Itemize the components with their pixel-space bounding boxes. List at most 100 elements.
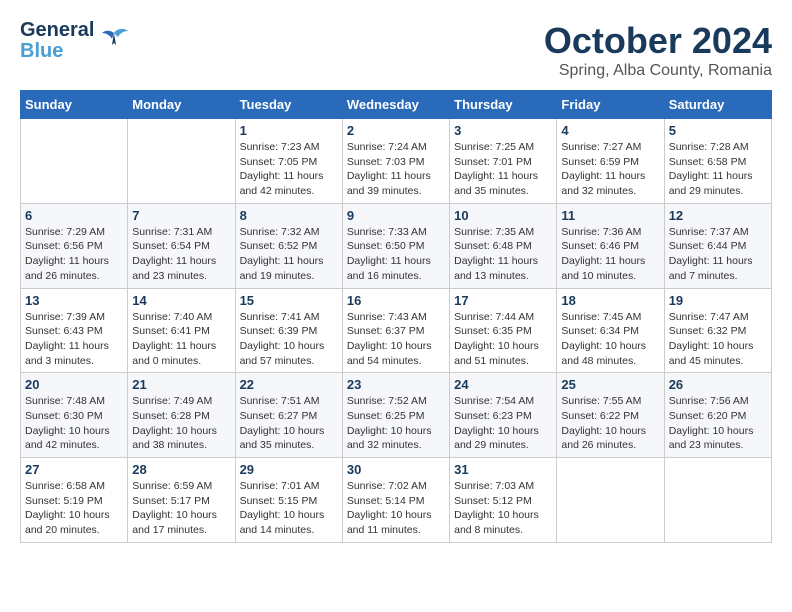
day-info: Sunrise: 7:02 AM Sunset: 5:14 PM Dayligh… [347, 479, 445, 538]
calendar-cell: 12 Sunrise: 7:37 AM Sunset: 6:44 PM Dayli… [664, 203, 771, 288]
day-number: 15 [240, 293, 338, 308]
calendar-cell: 31 Sunrise: 7:03 AM Sunset: 5:12 PM Dayli… [450, 458, 557, 543]
day-number: 22 [240, 377, 338, 392]
calendar-cell: 17 Sunrise: 7:44 AM Sunset: 6:35 PM Dayli… [450, 288, 557, 373]
day-info: Sunrise: 7:33 AM Sunset: 6:50 PM Dayligh… [347, 225, 445, 284]
weekday-header-friday: Friday [557, 91, 664, 119]
calendar-cell: 22 Sunrise: 7:51 AM Sunset: 6:27 PM Dayli… [235, 373, 342, 458]
calendar-week-1: 1 Sunrise: 7:23 AM Sunset: 7:05 PM Daylig… [21, 119, 772, 204]
calendar-cell: 21 Sunrise: 7:49 AM Sunset: 6:28 PM Dayli… [128, 373, 235, 458]
calendar-cell: 7 Sunrise: 7:31 AM Sunset: 6:54 PM Daylig… [128, 203, 235, 288]
calendar-cell: 23Sunrise: 7:52 AM Sunset: 6:25 PM Dayli… [342, 373, 449, 458]
day-info: Sunrise: 7:32 AM Sunset: 6:52 PM Dayligh… [240, 225, 338, 284]
day-number: 8 [240, 208, 338, 223]
day-info: Sunrise: 7:56 AM Sunset: 6:20 PM Dayligh… [669, 394, 767, 453]
page-header: General Blue October 2024 Spring, Alba C… [20, 20, 772, 80]
calendar-week-4: 20Sunrise: 7:48 AM Sunset: 6:30 PM Dayli… [21, 373, 772, 458]
weekday-header-saturday: Saturday [664, 91, 771, 119]
day-info: Sunrise: 7:47 AM Sunset: 6:32 PM Dayligh… [669, 310, 767, 369]
location: Spring, Alba County, Romania [544, 62, 772, 80]
day-info: Sunrise: 7:23 AM Sunset: 7:05 PM Dayligh… [240, 140, 338, 199]
calendar-cell: 30 Sunrise: 7:02 AM Sunset: 5:14 PM Dayli… [342, 458, 449, 543]
calendar-cell: 6 Sunrise: 7:29 AM Sunset: 6:56 PM Daylig… [21, 203, 128, 288]
day-number: 24 [454, 377, 552, 392]
day-number: 25 [561, 377, 659, 392]
day-info: Sunrise: 7:27 AM Sunset: 6:59 PM Dayligh… [561, 140, 659, 199]
calendar-cell: 26 Sunrise: 7:56 AM Sunset: 6:20 PM Dayli… [664, 373, 771, 458]
day-info: Sunrise: 7:39 AM Sunset: 6:43 PM Dayligh… [25, 310, 123, 369]
day-number: 3 [454, 123, 552, 138]
day-info: Sunrise: 7:52 AM Sunset: 6:25 PM Dayligh… [347, 394, 445, 453]
calendar-cell: 25 Sunrise: 7:55 AM Sunset: 6:22 PM Dayli… [557, 373, 664, 458]
weekday-header-row: SundayMondayTuesdayWednesdayThursdayFrid… [21, 91, 772, 119]
logo-line2: Blue [20, 41, 94, 61]
day-number: 4 [561, 123, 659, 138]
day-number: 21 [132, 377, 230, 392]
day-info: Sunrise: 7:55 AM Sunset: 6:22 PM Dayligh… [561, 394, 659, 453]
day-info: Sunrise: 7:45 AM Sunset: 6:34 PM Dayligh… [561, 310, 659, 369]
day-info: Sunrise: 7:28 AM Sunset: 6:58 PM Dayligh… [669, 140, 767, 199]
day-info: Sunrise: 7:03 AM Sunset: 5:12 PM Dayligh… [454, 479, 552, 538]
weekday-header-monday: Monday [128, 91, 235, 119]
calendar-cell: 3 Sunrise: 7:25 AM Sunset: 7:01 PM Daylig… [450, 119, 557, 204]
day-info: Sunrise: 7:29 AM Sunset: 6:56 PM Dayligh… [25, 225, 123, 284]
title-area: October 2024 Spring, Alba County, Romani… [544, 20, 772, 80]
day-number: 20 [25, 377, 123, 392]
day-number: 28 [132, 462, 230, 477]
calendar-week-3: 13 Sunrise: 7:39 AM Sunset: 6:43 PM Dayli… [21, 288, 772, 373]
calendar-cell [21, 119, 128, 204]
calendar-cell: 27 Sunrise: 6:58 AM Sunset: 5:19 PM Dayli… [21, 458, 128, 543]
calendar-week-2: 6 Sunrise: 7:29 AM Sunset: 6:56 PM Daylig… [21, 203, 772, 288]
logo-bird-icon [98, 25, 130, 58]
calendar-cell: 1 Sunrise: 7:23 AM Sunset: 7:05 PM Daylig… [235, 119, 342, 204]
day-number: 14 [132, 293, 230, 308]
day-info: Sunrise: 7:37 AM Sunset: 6:44 PM Dayligh… [669, 225, 767, 284]
day-number: 2 [347, 123, 445, 138]
day-number: 12 [669, 208, 767, 223]
day-number: 26 [669, 377, 767, 392]
day-number: 17 [454, 293, 552, 308]
calendar-cell: 9Sunrise: 7:33 AM Sunset: 6:50 PM Daylig… [342, 203, 449, 288]
calendar-cell: 4 Sunrise: 7:27 AM Sunset: 6:59 PM Daylig… [557, 119, 664, 204]
day-info: Sunrise: 7:44 AM Sunset: 6:35 PM Dayligh… [454, 310, 552, 369]
day-info: Sunrise: 7:41 AM Sunset: 6:39 PM Dayligh… [240, 310, 338, 369]
calendar-cell: 28 Sunrise: 6:59 AM Sunset: 5:17 PM Dayli… [128, 458, 235, 543]
calendar-cell: 29 Sunrise: 7:01 AM Sunset: 5:15 PM Dayli… [235, 458, 342, 543]
day-info: Sunrise: 6:58 AM Sunset: 5:19 PM Dayligh… [25, 479, 123, 538]
day-number: 31 [454, 462, 552, 477]
day-number: 7 [132, 208, 230, 223]
day-number: 19 [669, 293, 767, 308]
day-info: Sunrise: 7:24 AM Sunset: 7:03 PM Dayligh… [347, 140, 445, 199]
day-number: 27 [25, 462, 123, 477]
day-info: Sunrise: 7:36 AM Sunset: 6:46 PM Dayligh… [561, 225, 659, 284]
logo: General Blue [20, 20, 130, 61]
calendar-week-5: 27 Sunrise: 6:58 AM Sunset: 5:19 PM Dayli… [21, 458, 772, 543]
day-info: Sunrise: 7:35 AM Sunset: 6:48 PM Dayligh… [454, 225, 552, 284]
calendar-table: SundayMondayTuesdayWednesdayThursdayFrid… [20, 90, 772, 543]
day-number: 1 [240, 123, 338, 138]
day-number: 11 [561, 208, 659, 223]
calendar-cell: 8 Sunrise: 7:32 AM Sunset: 6:52 PM Daylig… [235, 203, 342, 288]
calendar-body: 1 Sunrise: 7:23 AM Sunset: 7:05 PM Daylig… [21, 119, 772, 543]
day-info: Sunrise: 7:54 AM Sunset: 6:23 PM Dayligh… [454, 394, 552, 453]
day-info: Sunrise: 7:40 AM Sunset: 6:41 PM Dayligh… [132, 310, 230, 369]
calendar-cell: 24 Sunrise: 7:54 AM Sunset: 6:23 PM Dayli… [450, 373, 557, 458]
calendar-cell: 10Sunrise: 7:35 AM Sunset: 6:48 PM Dayli… [450, 203, 557, 288]
day-info: Sunrise: 6:59 AM Sunset: 5:17 PM Dayligh… [132, 479, 230, 538]
calendar-cell: 5Sunrise: 7:28 AM Sunset: 6:58 PM Daylig… [664, 119, 771, 204]
calendar-cell [557, 458, 664, 543]
day-info: Sunrise: 7:31 AM Sunset: 6:54 PM Dayligh… [132, 225, 230, 284]
logo-line1: General [20, 20, 94, 40]
calendar-cell: 2 Sunrise: 7:24 AM Sunset: 7:03 PM Daylig… [342, 119, 449, 204]
day-info: Sunrise: 7:01 AM Sunset: 5:15 PM Dayligh… [240, 479, 338, 538]
day-number: 29 [240, 462, 338, 477]
calendar-cell: 15 Sunrise: 7:41 AM Sunset: 6:39 PM Dayli… [235, 288, 342, 373]
month-title: October 2024 [544, 20, 772, 62]
day-number: 13 [25, 293, 123, 308]
weekday-header-thursday: Thursday [450, 91, 557, 119]
day-number: 6 [25, 208, 123, 223]
day-info: Sunrise: 7:49 AM Sunset: 6:28 PM Dayligh… [132, 394, 230, 453]
day-info: Sunrise: 7:51 AM Sunset: 6:27 PM Dayligh… [240, 394, 338, 453]
day-info: Sunrise: 7:25 AM Sunset: 7:01 PM Dayligh… [454, 140, 552, 199]
day-number: 30 [347, 462, 445, 477]
